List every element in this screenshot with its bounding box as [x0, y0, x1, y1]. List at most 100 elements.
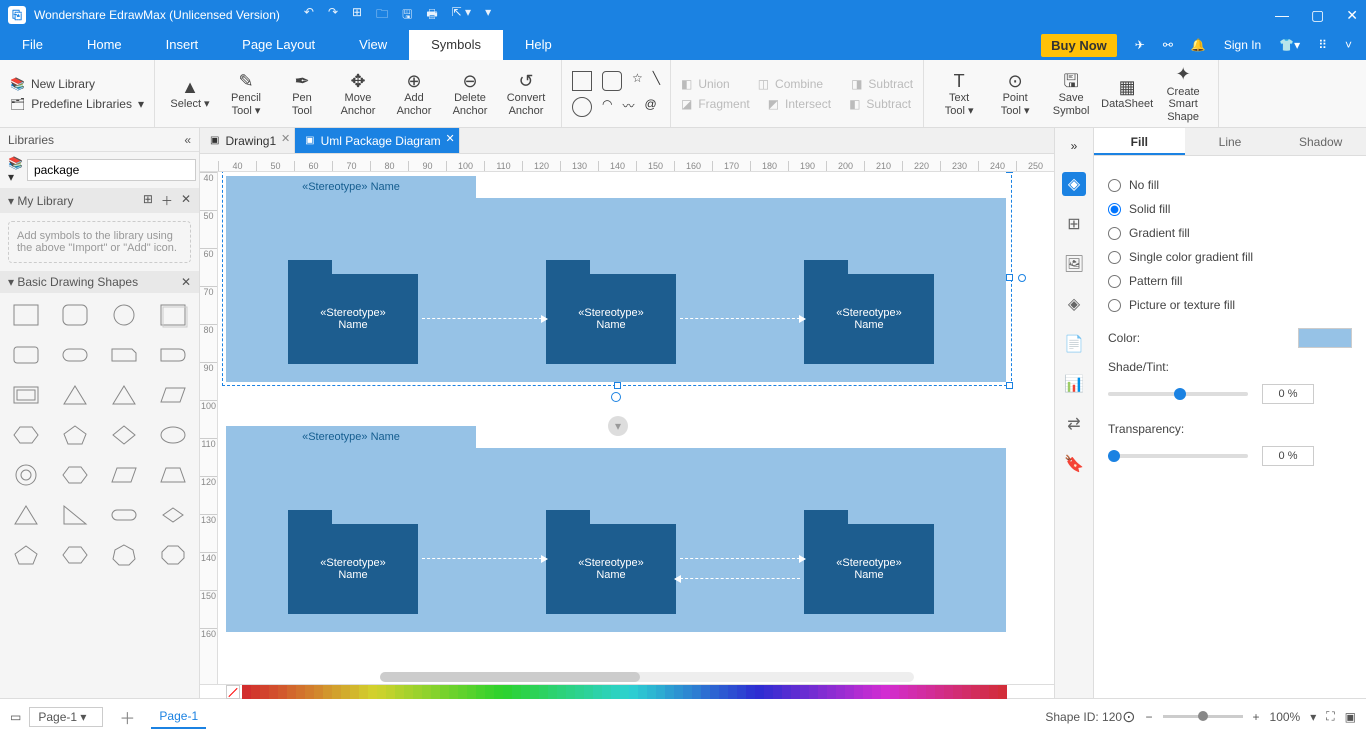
menu-symbols[interactable]: Symbols [409, 30, 503, 60]
shape-diamond2[interactable] [152, 499, 193, 531]
pen-tool-button[interactable]: ✒PenTool [277, 70, 327, 116]
my-library-section[interactable]: My Library [17, 194, 73, 208]
color-cell[interactable] [845, 685, 854, 699]
new-icon[interactable]: ⊞ [352, 5, 362, 26]
color-cell[interactable] [647, 685, 656, 699]
color-cell[interactable] [926, 685, 935, 699]
color-cell[interactable] [998, 685, 1007, 699]
sel-handle-se[interactable] [1006, 382, 1013, 389]
undo-icon[interactable]: ↶ [304, 5, 314, 26]
add-anchor-button[interactable]: ⊕AddAnchor [389, 70, 439, 116]
fill-opt-no-fill[interactable]: No fill [1108, 178, 1352, 192]
color-cell[interactable] [584, 685, 593, 699]
color-cell[interactable] [305, 685, 314, 699]
package-outer-1[interactable]: «Stereotype» Name «Stereotype»Name «Ster… [226, 198, 1006, 382]
fill-panel-icon[interactable]: ◈ [1062, 172, 1086, 196]
color-cell[interactable] [368, 685, 377, 699]
print-icon[interactable]: 🖶 [426, 5, 437, 26]
sel-handle-s[interactable] [614, 382, 621, 389]
color-cell[interactable] [746, 685, 755, 699]
color-cell[interactable] [872, 685, 881, 699]
color-cell[interactable] [530, 685, 539, 699]
color-cell[interactable] [953, 685, 962, 699]
color-cell[interactable] [791, 685, 800, 699]
color-cell[interactable] [386, 685, 395, 699]
shape-cutrect[interactable] [104, 339, 145, 371]
color-cell[interactable] [836, 685, 845, 699]
shade-slider[interactable] [1108, 392, 1248, 396]
color-cell[interactable] [377, 685, 386, 699]
color-cell[interactable] [440, 685, 449, 699]
shape-framerect[interactable] [6, 379, 47, 411]
shape-trapezoid[interactable] [152, 459, 193, 491]
datasheet-button[interactable]: ▦DataSheet [1102, 76, 1152, 110]
menu-file[interactable]: File [0, 30, 65, 60]
color-cell[interactable] [323, 685, 332, 699]
color-cell[interactable] [962, 685, 971, 699]
color-cell[interactable] [512, 685, 521, 699]
zoom-in-button[interactable]: + [1253, 710, 1260, 724]
fragment-button[interactable]: ◪Fragment [681, 97, 750, 111]
arrow-3[interactable] [422, 558, 542, 559]
color-cell[interactable] [404, 685, 413, 699]
zoom-out-button[interactable]: − [1145, 710, 1152, 724]
package-inner-1c[interactable]: «Stereotype»Name [804, 274, 934, 364]
shadow-tab[interactable]: Shadow [1275, 128, 1366, 155]
pencil-tool-button[interactable]: ✎PencilTool ▾ [221, 70, 271, 116]
menu-page-layout[interactable]: Page Layout [220, 30, 337, 60]
arc-shape[interactable]: ◠ [602, 97, 612, 117]
color-cell[interactable] [503, 685, 512, 699]
shape-pill2[interactable] [104, 499, 145, 531]
layout-panel-icon[interactable]: ⊞ [1062, 212, 1086, 236]
color-cell[interactable] [332, 685, 341, 699]
basic-shapes-section[interactable]: Basic Drawing Shapes [17, 275, 138, 289]
new-library-button[interactable]: 📚New Library [10, 77, 144, 91]
shape-circle[interactable] [104, 299, 145, 331]
color-cell[interactable] [980, 685, 989, 699]
arrow-4[interactable] [680, 558, 800, 559]
color-cell[interactable] [575, 685, 584, 699]
color-cell[interactable] [638, 685, 647, 699]
ellipse-shape[interactable] [572, 97, 592, 117]
shape-triangle[interactable] [55, 379, 96, 411]
color-cell[interactable] [566, 685, 575, 699]
save-icon[interactable]: 🖫 [402, 5, 412, 26]
color-cell[interactable] [467, 685, 476, 699]
page-view-icon[interactable]: ▭ [10, 710, 21, 724]
color-cell[interactable] [431, 685, 440, 699]
text-tool-button[interactable]: TTextTool ▾ [934, 70, 984, 116]
save-symbol-button[interactable]: 🖫SaveSymbol [1046, 70, 1096, 116]
shape-ellipse[interactable] [152, 419, 193, 451]
color-cell[interactable] [773, 685, 782, 699]
play-icon[interactable]: ⊙ [1122, 707, 1135, 727]
doc-tab-drawing1[interactable]: ▣Drawing1✕ [200, 128, 295, 153]
color-cell[interactable] [719, 685, 728, 699]
color-cell[interactable] [827, 685, 836, 699]
shape-triangle3[interactable] [6, 499, 47, 531]
arrow-5[interactable] [680, 578, 800, 579]
color-cell[interactable] [548, 685, 557, 699]
redo-icon[interactable]: ↷ [328, 5, 338, 26]
point-tool-button[interactable]: ⊙PointTool ▾ [990, 70, 1040, 116]
export-icon[interactable]: ⇱ ▾ [452, 5, 471, 26]
shape-righttri[interactable] [55, 499, 96, 531]
color-cell[interactable] [458, 685, 467, 699]
color-cell[interactable] [269, 685, 278, 699]
arrow-1[interactable] [422, 318, 542, 319]
spiral-shape[interactable]: @ [645, 97, 657, 117]
shape-hexagon2[interactable] [55, 459, 96, 491]
color-cell[interactable] [863, 685, 872, 699]
fill-opt-solid-fill[interactable]: Solid fill [1108, 202, 1352, 216]
menu-insert[interactable]: Insert [144, 30, 221, 60]
combine-button[interactable]: ◫Combine [758, 77, 823, 91]
color-cell[interactable] [917, 685, 926, 699]
color-cell[interactable] [683, 685, 692, 699]
page-selector[interactable]: Page-1 ▾ [29, 707, 103, 727]
open-icon[interactable]: 🗀 [376, 5, 388, 26]
move-anchor-button[interactable]: ✥MoveAnchor [333, 70, 383, 116]
color-cell[interactable] [971, 685, 980, 699]
package-tab-2[interactable]: «Stereotype» Name [226, 426, 476, 448]
connection-point[interactable] [1018, 274, 1026, 282]
color-cell[interactable] [620, 685, 629, 699]
color-cell[interactable] [629, 685, 638, 699]
